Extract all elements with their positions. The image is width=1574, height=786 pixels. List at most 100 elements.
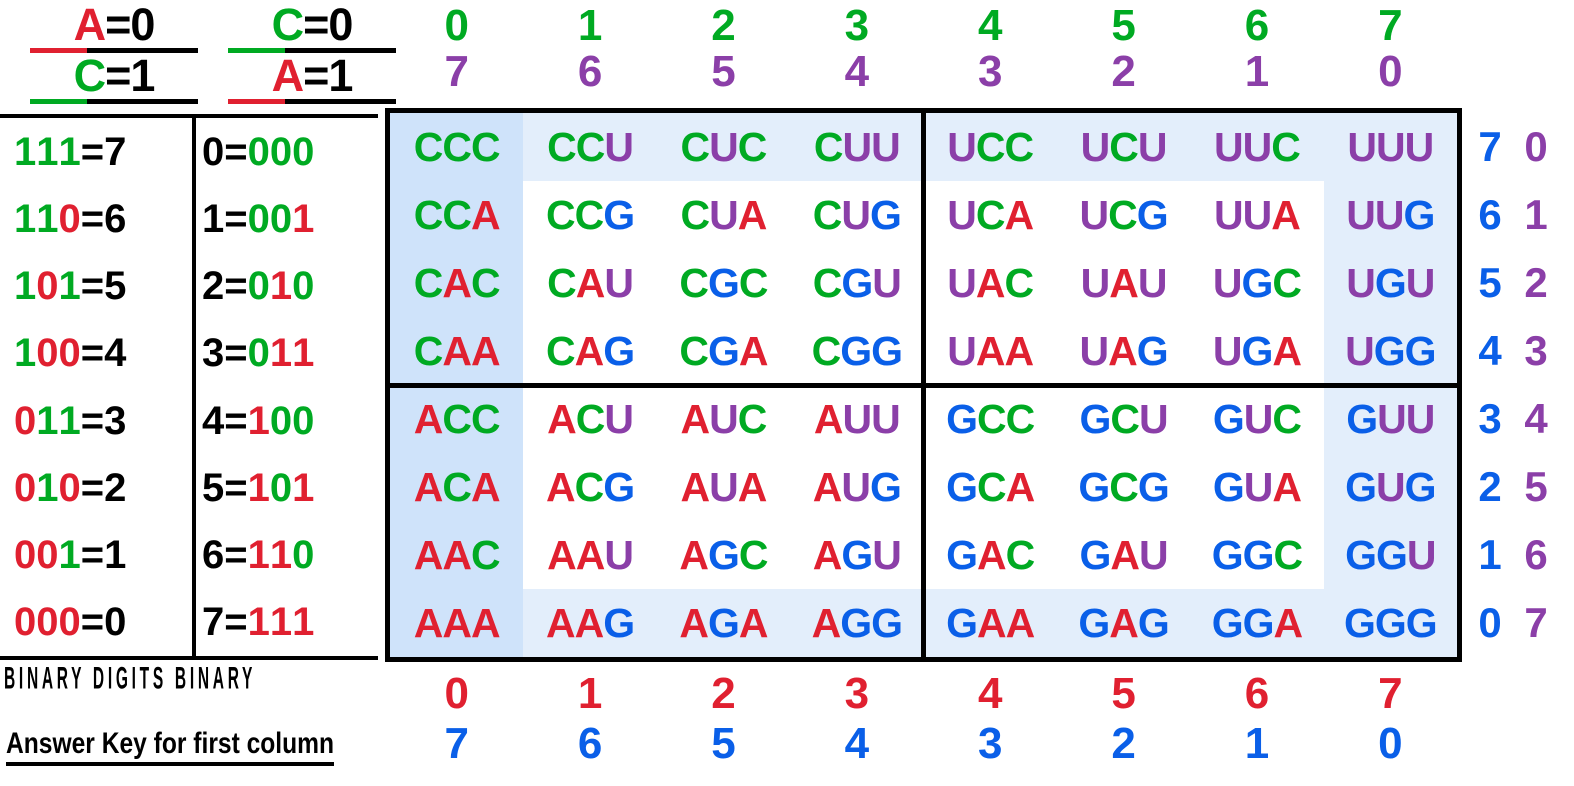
codon-cell[interactable]: AGG (790, 589, 924, 657)
codon-cell[interactable]: CAU (523, 249, 656, 317)
nucleotide-A: A (1273, 599, 1304, 646)
codon-cell[interactable]: CUU (790, 113, 924, 181)
codon-cell[interactable]: AAA (390, 589, 524, 657)
nucleotide-C: C (1273, 531, 1304, 578)
nucleotide-C: C (413, 123, 444, 170)
codon-cell[interactable]: ACG (523, 453, 656, 521)
codon-cell[interactable]: GCC (924, 385, 1057, 453)
codon-cell[interactable]: CGG (790, 317, 923, 385)
codon-cell[interactable]: UAG (1057, 317, 1190, 385)
codon-cell[interactable]: UCG (1057, 181, 1190, 249)
codon-cell[interactable]: AGU (790, 521, 923, 589)
legend-row-decimal-2: 2= 0 1 0 (202, 253, 378, 320)
nucleotide-G: G (707, 599, 740, 646)
codon-cell[interactable]: CAG (523, 317, 656, 385)
codon-cell[interactable]: UAC (924, 249, 1057, 317)
codon-cell[interactable]: ACU (523, 385, 656, 453)
codon-cell[interactable]: ACA (390, 453, 524, 521)
codon-cell[interactable]: GUC (1190, 385, 1323, 453)
codon-cell[interactable]: UUG (1323, 181, 1457, 249)
codon-cell[interactable]: CCU (523, 113, 657, 181)
codon-cell[interactable]: UAA (924, 317, 1057, 385)
codon-cell[interactable]: AUG (790, 453, 923, 521)
codon-cell[interactable]: GCG (1057, 453, 1190, 521)
codon-cell[interactable]: CGC (657, 249, 790, 317)
codon-cell[interactable]: GAA (923, 589, 1057, 657)
nucleotide-U: U (604, 123, 634, 170)
nucleotide-A: A (470, 463, 501, 510)
codon-cell[interactable]: CAC (390, 249, 524, 317)
nucleotide-A: A (547, 531, 577, 578)
row-header-right-secondary-4: 4 (1524, 395, 1548, 442)
codon-cell[interactable]: CAA (390, 317, 524, 385)
codon-cell[interactable]: GCU (1057, 385, 1190, 453)
nucleotide-C: C (1005, 395, 1036, 442)
legend-bit: 1 (14, 331, 37, 376)
nucleotide-A: A (442, 259, 472, 306)
codon-cell[interactable]: AAC (390, 521, 524, 589)
codon-cell[interactable]: AAG (523, 589, 657, 657)
codon-cell[interactable]: UUC (1190, 113, 1324, 181)
codon-cell[interactable]: GUA (1190, 453, 1323, 521)
legend-decimal-value: =7 (80, 129, 127, 174)
row-header-right-secondary-2: 2 (1524, 259, 1548, 306)
codon-cell[interactable]: UCA (924, 181, 1057, 249)
codon-cell[interactable]: GUU (1323, 385, 1457, 453)
codon-cell[interactable]: AUU (790, 385, 923, 453)
codon-cell[interactable]: GUG (1323, 453, 1457, 521)
codon-cell[interactable]: UGU (1323, 249, 1457, 317)
legend-bit: 0 (14, 600, 37, 645)
codon-cell[interactable]: UUU (1323, 113, 1457, 181)
nucleotide-G: G (1079, 531, 1112, 578)
nucleotide-U: U (947, 191, 977, 238)
codon-cell[interactable]: AGA (656, 589, 791, 657)
codon-cell[interactable]: CGU (790, 249, 923, 317)
legend-decimal-value: 2= (202, 264, 248, 309)
codon-cell[interactable]: UCC (923, 113, 1057, 181)
codon-cell[interactable]: AUA (657, 453, 790, 521)
codon-cell[interactable]: CCC (390, 113, 524, 181)
legend-bit: 1 (269, 331, 293, 376)
nucleotide-U: U (841, 191, 871, 238)
row-header-right-primary-3: 4 (1478, 327, 1502, 374)
codon-cell[interactable]: UGC (1190, 249, 1323, 317)
codon-cell[interactable]: GGA (1190, 589, 1324, 657)
codon-cell[interactable]: CUG (790, 181, 923, 249)
nucleotide-G: G (1374, 259, 1407, 306)
codon-cell[interactable]: CUA (657, 181, 790, 249)
codon-cell[interactable]: CGA (657, 317, 790, 385)
codon-cell[interactable]: UCU (1056, 113, 1191, 181)
codon-cell[interactable]: GAG (1056, 589, 1191, 657)
codon-cell[interactable]: ACC (390, 385, 524, 453)
legend-decimal-value: =2 (80, 465, 127, 510)
nucleotide-G: G (841, 259, 873, 306)
nucleotide-U: U (709, 463, 739, 510)
codon-cell[interactable]: AAU (523, 521, 656, 589)
codon-cell[interactable]: CUC (656, 113, 791, 181)
codon-cell[interactable]: AGC (657, 521, 790, 589)
nucleotide-A: A (813, 395, 844, 442)
codon-cell[interactable]: UAU (1057, 249, 1190, 317)
codon-cell[interactable]: GGU (1323, 521, 1457, 589)
codon-cell[interactable]: AUC (657, 385, 790, 453)
legend-row-decimal-1: 1= 0 0 1 (202, 185, 378, 252)
codon-cell[interactable]: CCG (523, 181, 656, 249)
nucleotide-U: U (1242, 191, 1273, 238)
legend-bit: 0 (269, 129, 293, 174)
codon-cell[interactable]: GGG (1323, 589, 1457, 657)
key-left-numerator-symbol: A (73, 0, 106, 50)
column-header-top-secondary-7: 0 (1378, 47, 1403, 96)
nucleotide-U: U (1376, 123, 1406, 170)
codon-cell[interactable]: GCA (924, 453, 1057, 521)
codon-cell[interactable]: GGC (1190, 521, 1323, 589)
codon-cell[interactable]: GAU (1057, 521, 1190, 589)
legend-bit: 1 (36, 129, 59, 174)
column-header-bottom-secondary-0: 7 (444, 719, 469, 768)
nucleotide-A: A (470, 599, 501, 646)
codon-cell[interactable]: UUA (1190, 181, 1323, 249)
codon-cell[interactable]: UGG (1323, 317, 1457, 385)
codon-cell[interactable]: GAC (924, 521, 1057, 589)
codon-cell[interactable]: CCA (390, 181, 524, 249)
legend-bit: 1 (247, 398, 270, 443)
codon-cell[interactable]: UGA (1190, 317, 1323, 385)
